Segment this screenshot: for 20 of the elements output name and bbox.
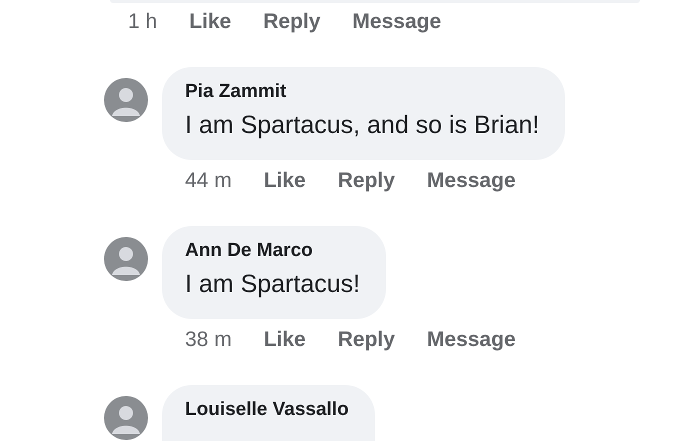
- comment-text: I am Spartacus, and so is Brian!: [185, 110, 540, 141]
- comment-author[interactable]: Ann De Marco: [185, 240, 360, 262]
- comment-action-link[interactable]: Message: [426, 169, 516, 193]
- comment-action-link[interactable]: Message: [352, 10, 442, 34]
- comment-action-link[interactable]: Reply: [338, 328, 395, 352]
- comment-time: 44 m: [185, 169, 232, 193]
- comment-action-link[interactable]: Message: [426, 328, 516, 352]
- comment-action-link[interactable]: Like: [264, 328, 306, 352]
- comment-time: 38 m: [185, 328, 232, 352]
- comment-action-link[interactable]: Reply: [263, 10, 320, 34]
- avatar-icon[interactable]: [104, 396, 148, 440]
- comment-action-link[interactable]: Like: [264, 169, 306, 193]
- avatar-icon[interactable]: [104, 78, 148, 122]
- avatar-icon[interactable]: [104, 237, 148, 281]
- comment-author[interactable]: Pia Zammit: [185, 81, 540, 103]
- comment-text: I am Spartacus!: [185, 269, 360, 300]
- comment-time: 1 h: [128, 10, 158, 34]
- comment-action-link[interactable]: Reply: [338, 169, 395, 193]
- comment-action-link[interactable]: Like: [189, 10, 232, 34]
- comment-author[interactable]: Louiselle Vassallo: [185, 399, 349, 421]
